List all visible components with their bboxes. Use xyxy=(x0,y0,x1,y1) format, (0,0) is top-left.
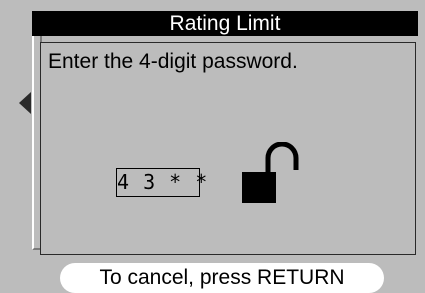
dialog-title: Rating Limit xyxy=(32,11,418,36)
password-prompt: Enter the 4-digit password. xyxy=(48,50,298,73)
unlocked-padlock-icon xyxy=(242,142,299,203)
password-dialog: Enter the 4-digit password. 4 3 * * xyxy=(40,42,416,255)
password-entry-field[interactable]: 4 3 * * xyxy=(116,168,207,197)
left-arrow-icon xyxy=(19,92,31,114)
